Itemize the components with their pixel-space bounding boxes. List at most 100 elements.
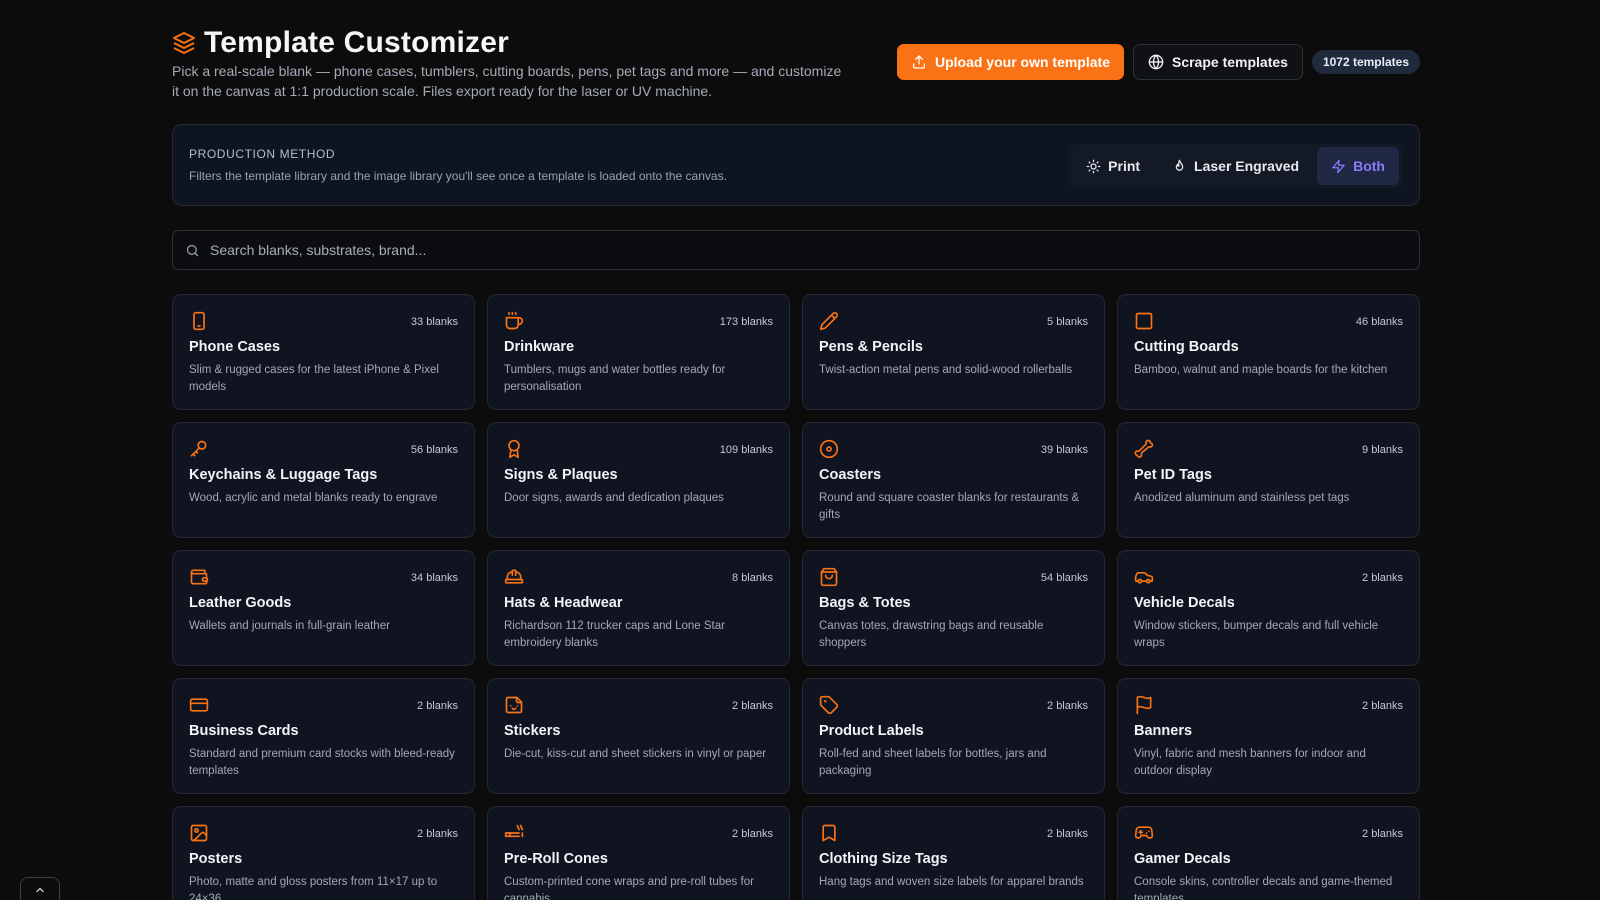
category-title: Business Cards [189,723,299,739]
category-description: Tumblers, mugs and water bottles ready f… [504,364,726,393]
toggle-print-label: Print [1108,158,1141,174]
category-card-keychains-and-luggage-tags[interactable]: 56 blanks Keychains & Luggage Tags Wood, a… [172,422,475,538]
category-card-vehicle-decals[interactable]: 2 blanks Vehicle Decals Window stickers, b… [1117,550,1420,666]
category-title: Clothing Size Tags [819,851,948,867]
blank-count: 46 blanks [1355,316,1403,328]
category-card-business-cards[interactable]: 2 blanks Business Cards Standard and premi… [172,678,475,794]
category-description: Richardson 112 trucker caps and Lone Sta… [504,620,725,649]
production-method-panel: PRODUCTION METHOD Filters the template l… [172,124,1420,206]
category-card-hats-and-headwear[interactable]: 8 blanks Hats & Headwear Richardson 112 tr… [487,550,790,666]
pencil-icon [819,311,839,331]
image-icon [189,823,209,843]
card-icon [189,695,209,715]
category-card-posters[interactable]: 2 blanks Posters Photo, matte and gloss po… [172,806,475,900]
scrape-templates-button[interactable]: Scrape templates [1132,44,1303,80]
flame-icon [1175,159,1184,171]
production-method-title: PRODUCTION METHOD [189,147,336,161]
blank-count: 9 blanks [1362,444,1403,456]
production-method-toggle: Print Laser Engraved Both [1068,144,1403,188]
category-card-product-labels[interactable]: 2 blanks Product Labels Roll-fed and sheet… [802,678,1105,794]
scrape-templates-label: Scrape templates [1171,54,1288,70]
blank-count: 2 blanks [1047,828,1088,840]
category-card-banners[interactable]: 2 blanks Banners Vinyl, fabric and mesh ba… [1117,678,1420,794]
category-card-pens-and-pencils[interactable]: 5 blanks Pens & Pencils Twist-action metal… [802,294,1105,410]
category-card-gamer-decals[interactable]: 2 blanks Gamer Decals Console skins, contr… [1117,806,1420,900]
disc-icon [819,439,839,459]
award-icon [504,439,524,459]
category-description: Twist-action metal pens and solid-wood r… [819,364,1073,376]
car-icon [1134,567,1154,587]
category-card-clothing-size-tags[interactable]: 2 blanks Clothing Size Tags Hang tags and … [802,806,1105,900]
category-description: Console skins, controller decals and gam… [1134,876,1393,900]
production-method-description: Filters the template library and the ima… [189,169,727,183]
blank-count: 109 blanks [719,444,773,456]
category-description: Door signs, awards and dedication plaque… [504,492,724,504]
category-card-coasters[interactable]: 39 blanks Coasters Round and square coaste… [802,422,1105,538]
hat-icon [504,567,524,587]
blank-count: 2 blanks [417,700,458,712]
category-description: Canvas totes, drawstring bags and reusab… [819,620,1044,649]
blank-count: 34 blanks [410,572,458,584]
category-description: Vinyl, fabric and mesh banners for indoo… [1134,748,1366,777]
category-description: Anodized aluminum and stainless pet tags [1134,492,1350,504]
category-card-drinkware[interactable]: 173 blanks Drinkware Tumblers, mugs and wa… [487,294,790,410]
category-description: Window stickers, bumper decals and full … [1134,620,1379,649]
category-card-stickers[interactable]: 2 blanks Stickers Die-cut, kiss-cut and sh… [487,678,790,794]
category-grid: 33 blanks Phone Cases Slim & rugged cases … [172,294,1420,900]
category-description: Round and square coaster blanks for rest… [819,492,1080,521]
page-header: Template Customizer Pick a real-scale bl… [172,0,1420,118]
flag-icon [1134,695,1154,715]
blank-count: 56 blanks [410,444,458,456]
category-title: Coasters [819,467,882,483]
sun-icon [1086,159,1101,173]
blank-count: 54 blanks [1040,572,1088,584]
layers-icon [172,31,196,55]
page: Template Customizer Pick a real-scale bl… [172,0,1420,900]
tag-icon [819,695,839,715]
category-description: Wallets and journals in full-grain leath… [189,620,390,632]
lightning-icon [1332,159,1345,173]
sticker-icon [504,695,524,715]
category-title: Stickers [504,723,561,739]
scroll-to-top-button[interactable] [20,877,60,900]
blank-count: 33 blanks [410,316,458,328]
wallet-icon [189,567,209,587]
category-title: Cutting Boards [1134,339,1239,355]
upload-template-button[interactable]: Upload your own template [896,44,1124,80]
blank-count: 2 blanks [1362,572,1403,584]
category-card-signs-and-plaques[interactable]: 109 blanks Signs & Plaques Door signs, awa… [487,422,790,538]
category-description: Hang tags and woven size labels for appa… [819,876,1084,888]
key-icon [189,439,209,459]
category-card-pet-id-tags[interactable]: 9 blanks Pet ID Tags Anodized aluminum and… [1117,422,1420,538]
title-row: Template Customizer [172,26,509,60]
upload-template-label: Upload your own template [934,54,1110,70]
category-title: Pens & Pencils [819,339,923,355]
blank-count: 2 blanks [1047,700,1088,712]
toggle-print[interactable]: Print [1072,147,1154,185]
category-title: Keychains & Luggage Tags [189,467,378,483]
square-icon [1134,311,1154,331]
blank-count: 5 blanks [1047,316,1088,328]
category-card-cutting-boards[interactable]: 46 blanks Cutting Boards Bamboo, walnut an… [1117,294,1420,410]
template-count-badge: 1072 templates [1311,50,1420,74]
category-description: Die-cut, kiss-cut and sheet stickers in … [504,748,767,760]
page-subtitle: Pick a real-scale blank — phone cases, t… [172,63,842,99]
category-title: Bags & Totes [819,595,911,611]
category-card-phone-cases[interactable]: 33 blanks Phone Cases Slim & rugged cases … [172,294,475,410]
category-description: Bamboo, walnut and maple boards for the … [1134,364,1388,376]
blank-count: 2 blanks [732,828,773,840]
toggle-both[interactable]: Both [1317,147,1399,185]
category-card-leather-goods[interactable]: 34 blanks Leather Goods Wallets and journa… [172,550,475,666]
category-description: Custom-printed cone wraps and pre-roll t… [504,876,754,900]
category-title: Pet ID Tags [1134,467,1212,483]
toggle-laser-engraved[interactable]: Laser Engraved [1158,147,1313,185]
category-title: Phone Cases [189,339,281,355]
category-card-bags-and-totes[interactable]: 54 blanks Bags & Totes Canvas totes, draws… [802,550,1105,666]
category-title: Pre-Roll Cones [504,851,608,867]
category-card-pre-roll-cones[interactable]: 2 blanks Pre-Roll Cones Custom-printed con… [487,806,790,900]
category-title: Product Labels [819,723,924,739]
upload-icon [912,55,925,69]
cigarette-icon [504,823,524,843]
globe-icon [1148,54,1164,70]
search-input[interactable] [210,242,1407,258]
